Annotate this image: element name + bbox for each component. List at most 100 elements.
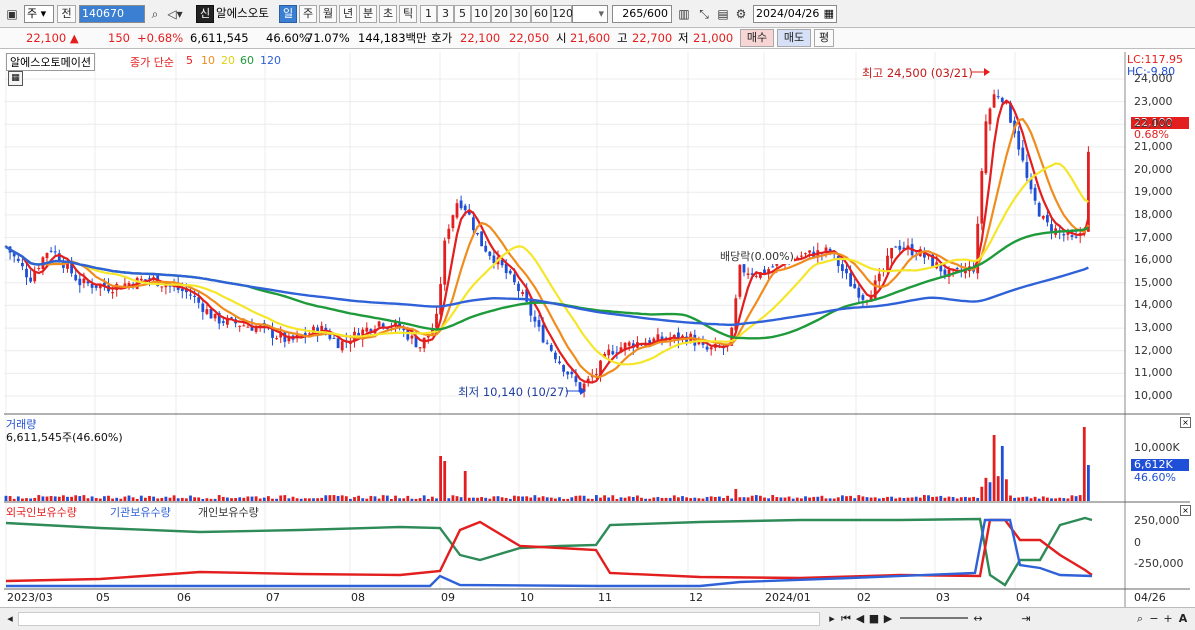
play-icon[interactable]: ▸: [826, 611, 838, 626]
price-tick: 11,000: [1134, 366, 1173, 380]
volume-bar: [152, 496, 155, 501]
volume-bar: [1066, 498, 1070, 501]
x-tick: 03: [936, 591, 950, 604]
candle: [955, 267, 959, 269]
candle: [1025, 162, 1029, 178]
auto-icon[interactable]: A: [1176, 611, 1190, 626]
volume-bar: [865, 497, 869, 501]
volume-bar: [160, 497, 164, 501]
candle: [607, 349, 611, 356]
volume-bar: [41, 496, 45, 501]
x-tick: 11: [598, 591, 612, 604]
price-tick: 17,000: [1134, 230, 1173, 244]
volume-bar: [37, 495, 41, 501]
volume-bar: [619, 497, 623, 501]
volume-bar: [558, 497, 561, 501]
candle: [853, 284, 857, 289]
minus-icon[interactable]: −: [1148, 611, 1160, 626]
volume-bar: [968, 497, 971, 501]
volume-bar: [94, 497, 98, 501]
scroll-end-icon[interactable]: ⇥: [1020, 611, 1032, 626]
stop-icon[interactable]: ■: [868, 611, 880, 626]
candle: [139, 278, 143, 281]
stock-title: 알에스오토메이션: [6, 53, 95, 71]
volume-bar: [144, 497, 147, 501]
candle: [246, 326, 250, 328]
candle: [808, 250, 811, 253]
volume-bar: [267, 496, 270, 501]
volume-bar: [312, 498, 315, 501]
volume-bar: [599, 497, 602, 501]
price-tick: 20,000: [1134, 162, 1173, 176]
volume-bar: [1041, 496, 1045, 501]
indiv-holder-label: 개인보유수량: [198, 506, 259, 519]
candle: [943, 269, 947, 275]
holder-close-icon[interactable]: ×: [1180, 505, 1191, 516]
volume-bar: [33, 497, 37, 501]
volume-bar: [566, 498, 570, 501]
volume-bar: [156, 498, 160, 501]
candle: [49, 250, 53, 252]
volume-bar: [78, 496, 82, 501]
volume-bar: [738, 497, 742, 501]
scroll-track[interactable]: [18, 612, 820, 626]
search-small-icon[interactable]: ⌕: [1134, 611, 1146, 626]
volume-bar: [258, 498, 262, 501]
candle: [1017, 131, 1021, 150]
candle: [595, 373, 598, 375]
candle: [435, 313, 438, 328]
candle: [804, 253, 807, 255]
zoom-out-icon[interactable]: ↔: [972, 611, 984, 626]
candle: [439, 284, 442, 315]
candle: [168, 285, 172, 287]
volume-bar: [414, 498, 418, 501]
volume-bar: [172, 495, 176, 501]
candle: [45, 252, 49, 259]
candle: [53, 251, 57, 253]
volume-bar: [262, 497, 266, 501]
volume-bar: [898, 497, 902, 501]
volume-bar: [541, 496, 545, 501]
volume-tick: 10,000K: [1134, 441, 1180, 454]
ma120-label: 120: [260, 54, 281, 67]
chart-canvas[interactable]: [0, 0, 1195, 629]
volume-close-icon[interactable]: ×: [1180, 417, 1191, 428]
x-tick: 09: [441, 591, 455, 604]
volume-bar: [742, 497, 746, 501]
volume-bar: [226, 497, 229, 501]
speed-slider[interactable]: [900, 617, 968, 619]
volume-bar: [496, 496, 500, 501]
volume-bar: [660, 497, 664, 501]
volume-bar: [1013, 497, 1016, 501]
volume-bar: [189, 495, 192, 501]
rewind-icon[interactable]: ⏮: [840, 611, 852, 626]
volume-bar: [644, 498, 647, 501]
volume-bar: [611, 495, 615, 501]
scroll-left-icon[interactable]: ◂: [4, 611, 16, 626]
volume-bar: [508, 498, 512, 501]
volume-bar: [984, 477, 988, 501]
x-tick: 05: [96, 591, 110, 604]
volume-bar: [627, 496, 631, 501]
step-back-icon[interactable]: ◀: [854, 611, 866, 626]
volume-bar: [853, 498, 857, 501]
volume-bar: [316, 498, 319, 501]
step-forward-icon[interactable]: ▶: [882, 611, 894, 626]
volume-bar: [242, 497, 246, 501]
volume-bar: [1025, 496, 1029, 501]
volume-bar: [221, 496, 225, 501]
candle: [463, 205, 467, 211]
plus-icon[interactable]: +: [1162, 611, 1174, 626]
volume-bar: [90, 496, 94, 501]
volume-bar: [193, 497, 196, 501]
candle: [1033, 187, 1037, 201]
candle: [611, 351, 615, 355]
table-icon[interactable]: ▦: [8, 71, 23, 86]
candle: [746, 273, 750, 276]
volume-bar: [426, 498, 430, 501]
volume-bar: [1005, 479, 1008, 501]
candle: [406, 330, 410, 340]
candle: [242, 325, 246, 327]
volume-bar: [677, 497, 680, 501]
volume-bar: [701, 498, 705, 501]
